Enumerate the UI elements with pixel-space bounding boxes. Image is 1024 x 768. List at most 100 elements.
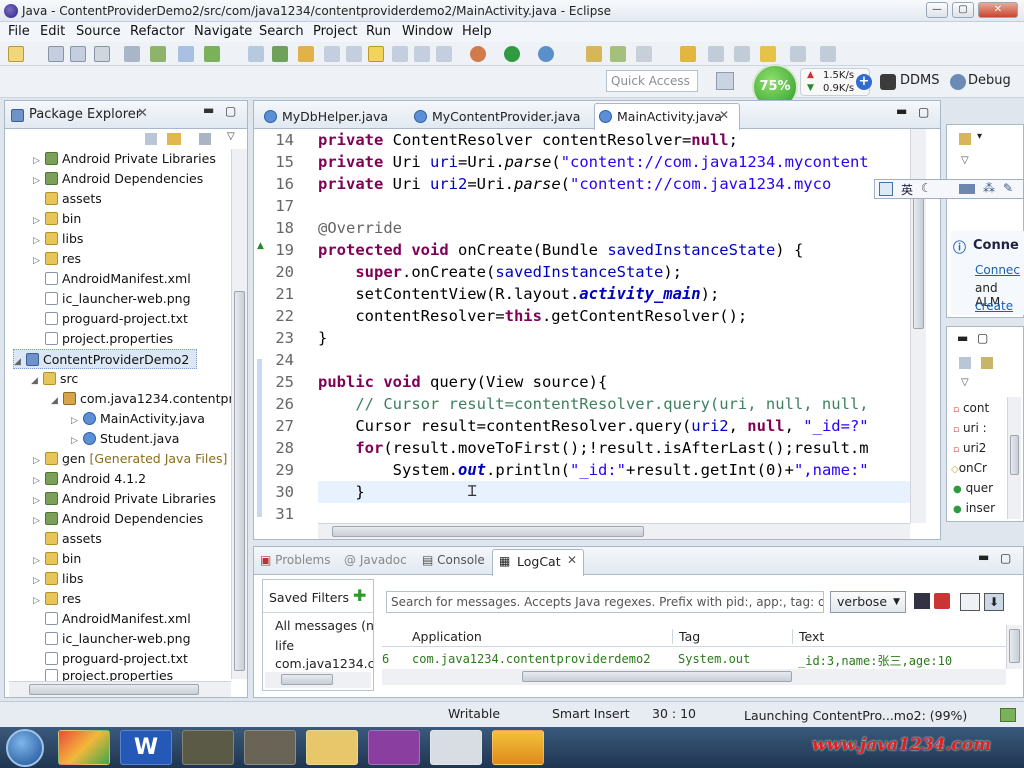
plus-icon[interactable]: + xyxy=(856,74,872,90)
chevron-down-icon[interactable]: ▽ xyxy=(227,131,235,142)
tree-item[interactable]: project.properties xyxy=(45,669,173,681)
tree-item[interactable]: ◢ com.java1234.contentprc xyxy=(51,389,240,409)
search-icon[interactable] xyxy=(636,46,652,62)
outline-item[interactable]: ◇onCr xyxy=(951,461,987,475)
print-icon[interactable] xyxy=(94,46,110,62)
menu-refactor[interactable]: Refactor xyxy=(130,24,185,39)
code-editor[interactable]: private ContentResolver contentResolver=… xyxy=(318,129,910,523)
toggle-panel-icon[interactable] xyxy=(960,593,980,611)
format-icon[interactable] xyxy=(392,46,408,62)
filter-item[interactable]: All messages (nc xyxy=(275,618,373,633)
menu-project[interactable]: Project xyxy=(313,24,357,39)
expand-arrow-icon[interactable]: ▷ xyxy=(33,491,45,511)
menu-help[interactable]: Help xyxy=(462,24,492,39)
menu-edit[interactable]: Edit xyxy=(40,24,65,39)
taskbar-app-icon[interactable] xyxy=(58,730,110,765)
checkbox-icon[interactable] xyxy=(204,46,220,62)
menu-navigate[interactable]: Navigate xyxy=(194,24,252,39)
expand-arrow-icon[interactable]: ▷ xyxy=(71,431,83,451)
expand-arrow-icon[interactable]: ▷ xyxy=(33,571,45,591)
package-explorer-hscrollbar[interactable] xyxy=(9,681,231,697)
close-button[interactable]: ✕ xyxy=(978,2,1018,18)
log-level-select[interactable]: verbose ▼ xyxy=(830,591,906,613)
forward-arrow-icon[interactable] xyxy=(790,46,806,62)
tree-item[interactable]: assets xyxy=(45,529,102,549)
ddms-perspective[interactable]: DDMS xyxy=(900,73,940,88)
tab-mydbhelper[interactable]: MyDbHelper.java xyxy=(260,105,418,129)
taskbar-word-icon[interactable]: W xyxy=(120,730,172,765)
scrollbar-thumb[interactable] xyxy=(913,197,924,329)
chevron-down-icon[interactable]: ▽ xyxy=(961,155,969,166)
ime-moon-icon[interactable]: ☾ xyxy=(921,181,932,195)
avd-icon[interactable] xyxy=(272,46,288,62)
clear-log-icon[interactable] xyxy=(934,593,950,609)
tab-mycontentprovider[interactable]: MyContentProvider.java xyxy=(410,105,590,129)
tab-problems[interactable]: ▣ Problems xyxy=(260,553,330,567)
tree-item[interactable]: ▷ Android Dependencies xyxy=(33,509,203,529)
download-icon[interactable] xyxy=(150,46,166,62)
pin-icon[interactable] xyxy=(820,46,836,62)
filter-item[interactable]: life xyxy=(275,638,294,653)
scrollbar-thumb[interactable] xyxy=(1010,435,1019,475)
save-all-icon[interactable] xyxy=(70,46,86,62)
expand-arrow-icon[interactable]: ▷ xyxy=(33,171,45,191)
logcat-vscrollbar[interactable] xyxy=(1006,625,1022,669)
logcat-search-input[interactable]: Search for messages. Accepts Java regexe… xyxy=(386,591,824,613)
tree-item[interactable]: ▷ bin xyxy=(33,549,81,569)
gear-icon[interactable] xyxy=(298,46,314,62)
chevron-down-icon[interactable]: ▽ xyxy=(961,377,969,388)
debug-perspective[interactable]: Debug xyxy=(968,73,1011,88)
device-icon[interactable] xyxy=(178,46,194,62)
tree-item[interactable]: proguard-project.txt xyxy=(45,649,188,669)
highlight-icon[interactable] xyxy=(368,46,384,62)
debug-step-icon[interactable] xyxy=(346,46,362,62)
save-icon[interactable] xyxy=(48,46,64,62)
logcat-hscrollbar[interactable] xyxy=(382,669,1006,685)
expand-arrow-icon[interactable]: ▷ xyxy=(33,551,45,571)
annotation-icon[interactable] xyxy=(680,46,696,62)
tree-item[interactable]: ic_launcher-web.png xyxy=(45,629,191,649)
expand-arrow-icon[interactable]: ▷ xyxy=(71,411,83,431)
menu-file[interactable]: File xyxy=(8,24,30,39)
column-header[interactable]: Text xyxy=(792,629,824,644)
tree-item[interactable]: ▷ Student.java xyxy=(71,429,179,449)
tree-item[interactable]: AndroidManifest.xml xyxy=(45,269,191,289)
maximize-view-icon[interactable]: ▢ xyxy=(977,331,988,345)
paragraph-icon[interactable] xyxy=(414,46,430,62)
tree-item[interactable]: ▷ bin xyxy=(33,209,81,229)
tree-item[interactable]: project.properties xyxy=(45,329,173,349)
maximize-view-icon[interactable]: ▢ xyxy=(1000,551,1011,565)
collapse-all-icon[interactable] xyxy=(959,357,971,369)
new-task-icon[interactable] xyxy=(959,133,971,145)
open-task-icon[interactable] xyxy=(610,46,626,62)
scrollbar-thumb[interactable] xyxy=(522,671,792,682)
ime-toolbar[interactable]: 英 ☾ ⁂ ✎ xyxy=(874,179,1024,199)
scrollbar-thumb[interactable] xyxy=(332,526,644,537)
link-editor-icon[interactable] xyxy=(167,133,181,145)
keyboard-icon[interactable] xyxy=(959,184,975,194)
minimize-view-icon[interactable]: ▬ xyxy=(203,103,214,117)
ime-settings-icon[interactable]: ⁂ xyxy=(983,181,995,195)
menu-run[interactable]: Run xyxy=(366,24,391,39)
expand-arrow-icon[interactable]: ▷ xyxy=(33,151,45,171)
collapse-all-icon[interactable] xyxy=(145,133,157,145)
menu-search[interactable]: Search xyxy=(259,24,304,39)
outline-vscrollbar[interactable] xyxy=(1007,397,1021,519)
wrench-icon[interactable]: ✎ xyxy=(1003,181,1013,195)
prev-annotation-icon[interactable] xyxy=(734,46,750,62)
tree-item[interactable]: ▷ libs xyxy=(33,569,83,589)
tab-logcat-active[interactable]: ▦ LogCat ✕ xyxy=(492,549,584,576)
expand-arrow-icon[interactable]: ▷ xyxy=(33,451,45,471)
maximize-button[interactable]: ▢ xyxy=(952,2,974,18)
scrollbar-thumb[interactable] xyxy=(1009,629,1020,663)
ime-language-toggle[interactable]: 英 xyxy=(901,181,913,198)
expand-arrow-icon[interactable]: ▷ xyxy=(33,511,45,531)
wrench-icon[interactable] xyxy=(124,46,140,62)
maximize-view-icon[interactable]: ▢ xyxy=(225,104,236,118)
save-log-icon[interactable] xyxy=(914,593,930,609)
expand-arrow-icon[interactable]: ▷ xyxy=(33,251,45,271)
scroll-lock-icon[interactable]: ⬇ xyxy=(984,593,1004,611)
taskbar-app-icon[interactable] xyxy=(492,730,544,765)
column-header[interactable]: Application xyxy=(412,629,482,644)
tree-item[interactable]: ▷ gen [Generated Java Files] xyxy=(33,449,227,469)
